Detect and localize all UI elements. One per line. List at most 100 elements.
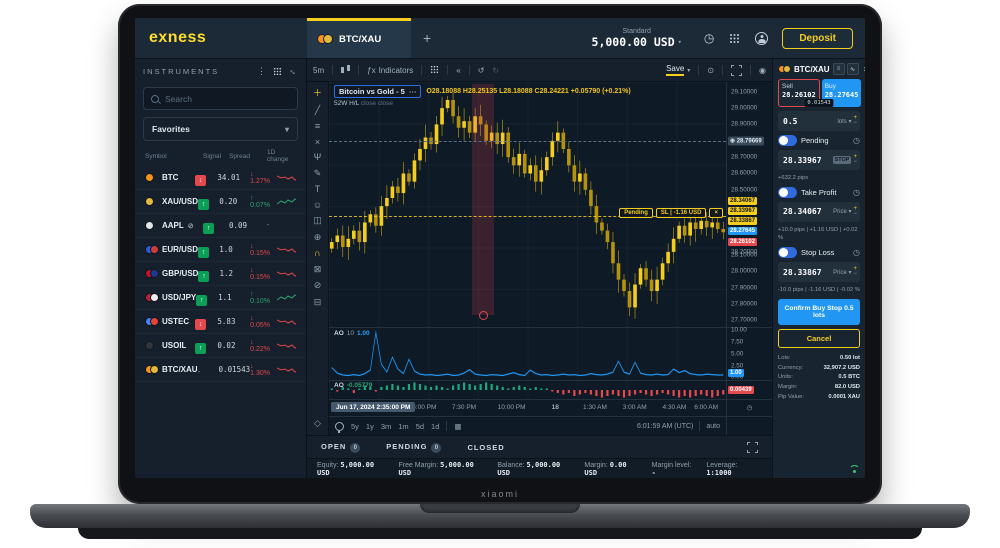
instrument-icon xyxy=(145,293,158,302)
ao-histogram-pane[interactable]: AO-0.05779 xyxy=(329,380,726,399)
lock-drawings-icon[interactable]: ⊠ xyxy=(314,264,322,275)
series-title[interactable]: Bitcoin vs Gold - 5⋯ xyxy=(334,85,421,98)
layouts-icon[interactable] xyxy=(430,65,439,76)
snapshot-icon[interactable]: ⊙ xyxy=(707,66,714,75)
timeframe-button[interactable]: 5m xyxy=(313,66,324,75)
positions-tab[interactable]: PENDING0 xyxy=(386,442,441,453)
instrument-icon xyxy=(145,173,158,182)
delete-drawings-icon[interactable]: ⊟ xyxy=(314,297,322,308)
hide-drawings-icon[interactable]: ⊘ xyxy=(314,280,322,291)
positions-tab[interactable]: CLOSED xyxy=(467,443,504,452)
pending-toggle[interactable] xyxy=(778,135,797,146)
visibility-icon[interactable]: ◉ xyxy=(759,66,766,75)
rewind-icon[interactable]: « xyxy=(456,66,460,75)
instrument-row[interactable]: BTC↓34.01↓ 1.27% xyxy=(135,166,306,190)
instrument-row[interactable]: USD/JPY↑1.1↑ 0.10% xyxy=(135,286,306,310)
time-axis[interactable]: Jun 17, 2024 2:35:00 PM 6:00 PM7:30 PM10… xyxy=(329,399,726,416)
crosshair-icon[interactable]: ＋ xyxy=(313,86,322,99)
expand-positions-icon[interactable] xyxy=(747,442,758,453)
stoploss-badge[interactable]: SL | -1.16 USD xyxy=(656,208,707,218)
range-button[interactable]: 5y xyxy=(351,422,359,431)
stop-loss-input[interactable]: 28.33867 Price ▾ +− xyxy=(778,262,860,282)
more-vertical-icon[interactable]: ⋮ xyxy=(257,66,266,77)
positions-bar: OPEN0 PENDING0 CLOSED xyxy=(307,435,772,458)
trendline-icon[interactable]: ╱ xyxy=(315,105,320,116)
measure-icon[interactable]: ◫ xyxy=(313,215,322,226)
instrument-row[interactable]: AAPL⊘↑0.09- xyxy=(135,214,306,238)
tp-stepper[interactable]: +− xyxy=(853,207,857,217)
undo-icon[interactable]: ↺ xyxy=(478,66,485,75)
redo-icon[interactable]: ↻ xyxy=(492,66,499,75)
more-icon[interactable]: ⋯ xyxy=(409,87,417,96)
save-layout-button[interactable]: Save▾ xyxy=(666,64,690,76)
ao-line-pane[interactable]: AO101.00 xyxy=(329,327,726,380)
instrument-row[interactable]: USTEC↓5.83↓ 0.05% xyxy=(135,310,306,334)
expiration-clock-icon[interactable]: ◷ xyxy=(853,136,860,145)
signal-down-badge: ↓ xyxy=(195,319,206,330)
magnet-icon[interactable]: ∩ xyxy=(314,248,320,258)
favorites-dropdown[interactable]: Favorites ▾ xyxy=(143,117,298,141)
alarm-icon[interactable]: ◷ xyxy=(704,31,714,45)
entry-stepper[interactable]: +− xyxy=(853,155,857,165)
pending-badge[interactable]: Pending xyxy=(619,208,653,218)
xabcd-pattern-icon[interactable]: × xyxy=(315,137,320,147)
info-icon[interactable]: ◷ xyxy=(853,188,860,197)
instrument-icon xyxy=(145,365,158,374)
profile-icon[interactable] xyxy=(755,32,768,45)
collapse-panel-icon[interactable]: ↔ xyxy=(289,66,298,76)
volume-input[interactable]: 0.5 lots ▾ +− xyxy=(778,111,860,131)
instrument-row[interactable]: EUR/USD↑1.0↓ 0.15% xyxy=(135,238,306,262)
account-selector[interactable]: Standard 5,000.00 USD▾ xyxy=(592,28,682,49)
new-tab-button[interactable]: + xyxy=(423,30,431,46)
object-tree-icon[interactable]: ◇ xyxy=(314,418,321,429)
text-tool-icon[interactable]: T xyxy=(315,184,321,194)
range-button[interactable]: 1d xyxy=(431,422,439,431)
range-button[interactable]: 1m xyxy=(398,422,408,431)
deposit-button[interactable]: Deposit xyxy=(782,28,853,49)
instrument-row[interactable]: BTC/XAU-0.01543↓ 1.30% xyxy=(135,358,306,382)
order-symbol: BTC/XAU xyxy=(794,65,830,74)
zoom-in-icon[interactable]: ⊕ xyxy=(314,232,322,243)
cancel-button[interactable]: Cancel xyxy=(778,329,860,348)
take-profit-toggle[interactable] xyxy=(778,187,797,198)
brush-icon[interactable]: ✎ xyxy=(314,168,322,179)
price-chart[interactable]: Bitcoin vs Gold - 5⋯ O28.18088 H28.25135… xyxy=(329,82,726,327)
range-button[interactable]: 5d xyxy=(416,422,424,431)
sl-stepper[interactable]: +− xyxy=(853,267,857,277)
info-icon[interactable]: ◷ xyxy=(853,248,860,257)
instrument-row[interactable]: XAU/USD↑0.20↑ 0.07% xyxy=(135,190,306,214)
stop-loss-toggle[interactable] xyxy=(778,247,797,258)
ideas-bulb-icon[interactable] xyxy=(335,422,344,431)
apps-grid-icon[interactable] xyxy=(730,34,739,43)
confirm-order-button[interactable]: Confirm Buy Stop 0.5 lots xyxy=(778,299,860,325)
range-button[interactable]: 1y xyxy=(366,422,374,431)
search-input[interactable]: Search xyxy=(143,87,298,110)
close-order-icon[interactable]: × xyxy=(709,208,723,218)
volume-stepper[interactable]: +− xyxy=(853,116,857,126)
indicators-button[interactable]: ƒxIndicators xyxy=(367,66,413,75)
stats-icon[interactable]: ∿ xyxy=(847,63,859,75)
instrument-row[interactable]: USOIL↑0.02↓ 0.22% xyxy=(135,334,306,358)
layout-grid-icon[interactable] xyxy=(273,67,282,76)
calendar-icon[interactable]: ▦ xyxy=(454,422,461,431)
fullscreen-icon[interactable] xyxy=(731,65,742,76)
sparkline xyxy=(277,197,296,206)
timezone-clock-icon[interactable]: ◷ xyxy=(747,405,753,412)
fib-lines-icon[interactable]: ≡ xyxy=(315,121,320,131)
take-profit-input[interactable]: 28.34067 Price ▾ +− xyxy=(778,202,860,222)
price-axis[interactable]: ⊕ 28.79669 28.34067 28.33967 28.33867 28… xyxy=(726,82,772,435)
highlight-band xyxy=(472,84,494,314)
entry-price-input[interactable]: 28.33967 STOP +− xyxy=(778,150,860,170)
positions-tab[interactable]: OPEN0 xyxy=(321,442,360,453)
depth-icon[interactable]: ≡ xyxy=(833,63,845,75)
axis-mode[interactable]: auto xyxy=(706,423,720,430)
pitchfork-icon[interactable]: Ψ xyxy=(314,152,322,162)
price-hline[interactable] xyxy=(329,141,726,142)
emoji-tool-icon[interactable]: ☺ xyxy=(313,200,322,210)
range-button[interactable]: 3m xyxy=(381,422,391,431)
clock-utc[interactable]: 6:01:59 AM (UTC) xyxy=(637,423,693,430)
chart-type-icon[interactable] xyxy=(341,65,350,75)
tab-btcxau[interactable]: BTC/XAU xyxy=(307,18,411,58)
instrument-row[interactable]: GBP/USD↑1.2↓ 0.15% xyxy=(135,262,306,286)
close-panel-icon[interactable]: × xyxy=(864,65,865,74)
